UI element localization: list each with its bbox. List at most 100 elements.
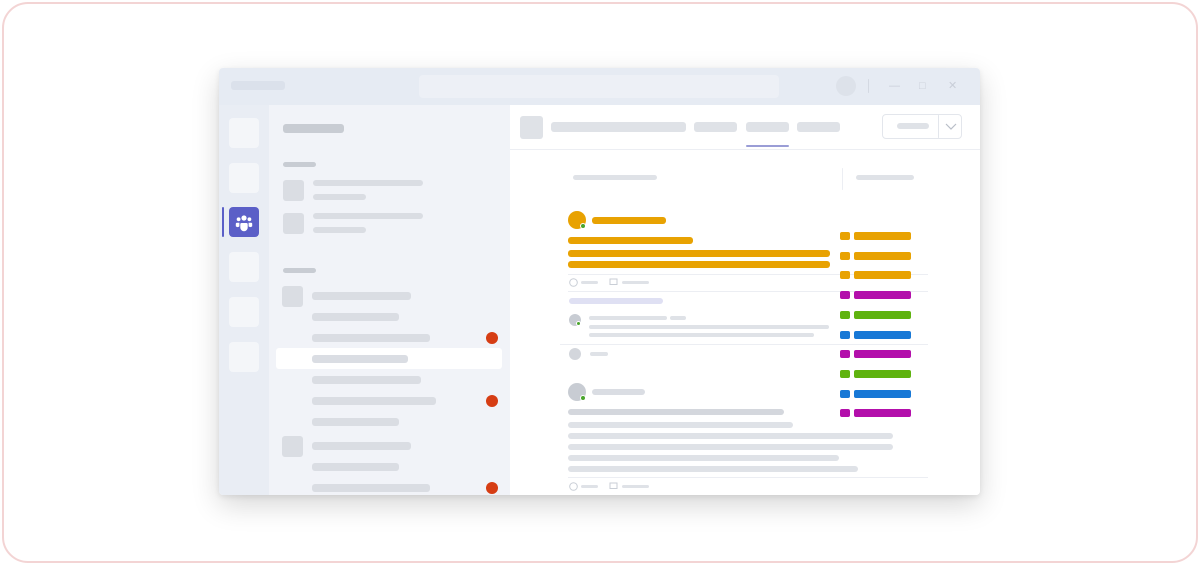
post-author-name bbox=[592, 389, 645, 395]
reply-label-placeholder bbox=[622, 281, 649, 284]
tag-swatch bbox=[840, 409, 850, 417]
reaction-icon[interactable] bbox=[569, 278, 578, 287]
minimize-icon[interactable]: — bbox=[889, 80, 900, 92]
unread-indicator bbox=[486, 395, 498, 407]
meet-button-divider bbox=[938, 115, 939, 138]
unread-indicator bbox=[486, 332, 498, 344]
tag-label[interactable] bbox=[854, 390, 911, 398]
avatar[interactable] bbox=[836, 76, 856, 96]
tab-files[interactable] bbox=[746, 122, 789, 132]
reply-text-line bbox=[589, 333, 814, 337]
channel-item-label bbox=[312, 355, 408, 363]
reaction-count-placeholder bbox=[581, 485, 598, 488]
team-avatar[interactable] bbox=[282, 436, 303, 457]
chevron-down-icon[interactable] bbox=[945, 123, 957, 131]
tag-swatch bbox=[840, 370, 850, 378]
section-heading-placeholder bbox=[283, 162, 316, 167]
reaction-count-placeholder bbox=[581, 281, 598, 284]
tag-label[interactable] bbox=[854, 370, 911, 378]
meet-button-label bbox=[897, 123, 929, 129]
tag-label[interactable] bbox=[854, 252, 911, 260]
tag-label[interactable] bbox=[854, 331, 911, 339]
right-column-heading-placeholder bbox=[856, 175, 914, 180]
rail-item-5[interactable] bbox=[229, 297, 259, 327]
post-divider bbox=[568, 477, 928, 478]
reply-label-placeholder bbox=[622, 485, 649, 488]
channel-item[interactable] bbox=[312, 463, 399, 471]
tag-swatch bbox=[840, 252, 850, 260]
rail-item-2[interactable] bbox=[229, 163, 259, 193]
post-author-name bbox=[592, 217, 666, 224]
tag-swatch bbox=[840, 350, 850, 358]
channel-title-placeholder bbox=[551, 122, 686, 132]
section-heading-placeholder bbox=[283, 268, 316, 273]
reply-text-line bbox=[589, 325, 829, 329]
channel-item[interactable] bbox=[312, 397, 436, 405]
post-body-line bbox=[568, 261, 830, 268]
tag-label[interactable] bbox=[854, 291, 911, 299]
pane-title-placeholder bbox=[283, 124, 344, 133]
reply-button[interactable] bbox=[590, 352, 608, 356]
teams-people-icon bbox=[235, 215, 253, 232]
tag-label[interactable] bbox=[854, 350, 911, 358]
rail-item-1[interactable] bbox=[229, 118, 259, 148]
unread-indicator bbox=[486, 482, 498, 494]
post-subject bbox=[568, 237, 693, 244]
right-column-divider bbox=[842, 168, 843, 190]
active-tab-underline bbox=[746, 145, 789, 147]
date-separator-placeholder bbox=[573, 175, 657, 180]
search-input[interactable] bbox=[419, 75, 779, 98]
presence-indicator bbox=[576, 321, 581, 326]
channel-avatar bbox=[520, 116, 543, 139]
reply-icon[interactable] bbox=[609, 278, 618, 287]
channel-item[interactable] bbox=[312, 484, 430, 492]
channel-item[interactable] bbox=[312, 334, 430, 342]
team-avatar[interactable] bbox=[283, 213, 304, 234]
reply-box-avatar bbox=[569, 348, 581, 360]
presence-indicator bbox=[580, 395, 586, 401]
tag-swatch bbox=[840, 271, 850, 279]
post-subject bbox=[568, 409, 784, 415]
team-sub-placeholder bbox=[313, 227, 366, 233]
tab-more[interactable] bbox=[797, 122, 840, 132]
post-body-line bbox=[568, 444, 893, 450]
tag-label[interactable] bbox=[854, 232, 911, 240]
channel-item[interactable] bbox=[312, 442, 411, 450]
channel-item[interactable] bbox=[312, 418, 399, 426]
tag-swatch bbox=[840, 232, 850, 240]
post-divider bbox=[560, 344, 928, 345]
post-body-line bbox=[568, 466, 858, 472]
channel-item[interactable] bbox=[312, 376, 421, 384]
post-body-line bbox=[568, 455, 839, 461]
rail-item-4[interactable] bbox=[229, 252, 259, 282]
tag-swatch bbox=[840, 311, 850, 319]
header-divider bbox=[510, 149, 980, 150]
presence-indicator bbox=[580, 223, 586, 229]
reply-icon[interactable] bbox=[609, 482, 618, 491]
channel-item[interactable] bbox=[312, 313, 399, 321]
reaction-icon[interactable] bbox=[569, 482, 578, 491]
post-body-line bbox=[568, 433, 893, 439]
close-icon[interactable]: ✕ bbox=[948, 80, 957, 92]
team-name-placeholder bbox=[313, 180, 423, 186]
reply-time-placeholder bbox=[670, 316, 686, 320]
rail-item-teams[interactable] bbox=[229, 207, 259, 237]
see-replies-link[interactable] bbox=[569, 298, 663, 304]
maximize-icon[interactable]: □ bbox=[919, 80, 926, 92]
tag-swatch bbox=[840, 291, 850, 299]
tab-posts[interactable] bbox=[694, 122, 737, 132]
tag-label[interactable] bbox=[854, 271, 911, 279]
tag-label[interactable] bbox=[854, 409, 911, 417]
channel-item[interactable] bbox=[312, 292, 411, 300]
team-avatar[interactable] bbox=[283, 180, 304, 201]
post-body-line bbox=[568, 250, 830, 257]
team-avatar[interactable] bbox=[282, 286, 303, 307]
rail-item-6[interactable] bbox=[229, 342, 259, 372]
tag-label[interactable] bbox=[854, 311, 911, 319]
rail-active-indicator bbox=[222, 207, 224, 237]
reply-author-placeholder bbox=[589, 316, 667, 320]
app-title-placeholder bbox=[231, 81, 285, 90]
team-name-placeholder bbox=[313, 213, 423, 219]
tag-swatch bbox=[840, 331, 850, 339]
post-body-line bbox=[568, 422, 793, 428]
